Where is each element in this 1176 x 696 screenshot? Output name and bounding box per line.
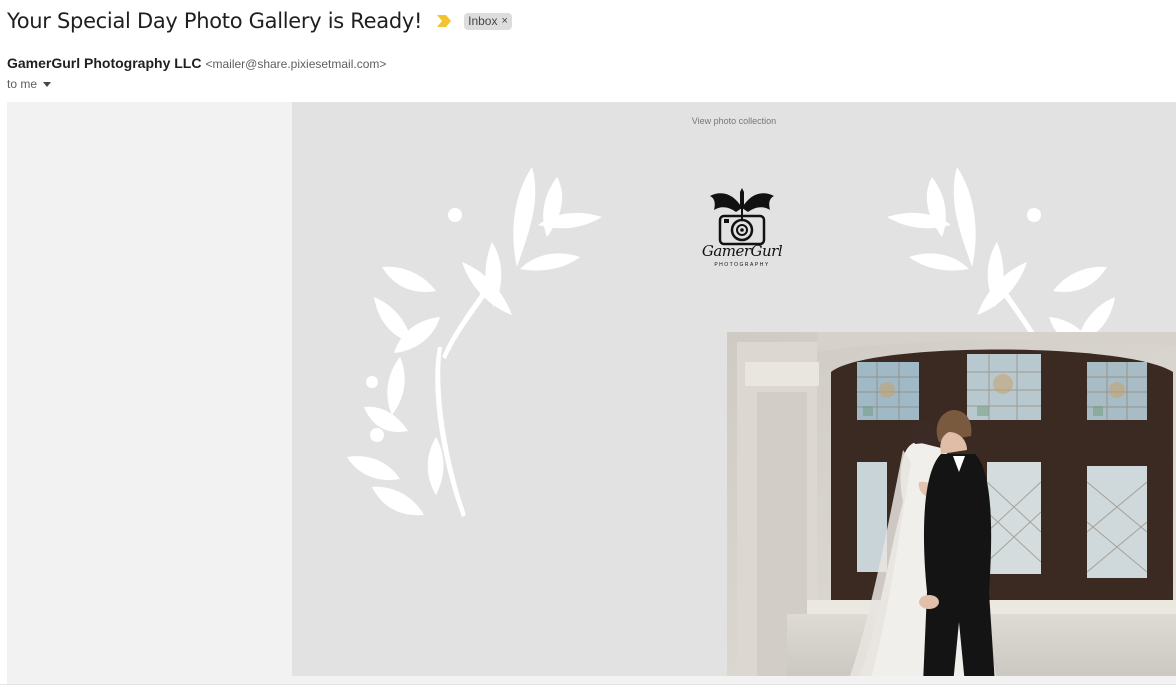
recipient-label: to me [7, 77, 38, 91]
subject-row: Your Special Day Photo Gallery is Ready!… [7, 4, 512, 38]
divider [0, 684, 1176, 685]
inbox-label-chip[interactable]: Inbox × [464, 12, 512, 30]
wedding-photo [727, 332, 1176, 676]
sender-email: <mailer@share.pixiesetmail.com> [205, 57, 387, 71]
remove-label-button[interactable]: × [501, 15, 507, 27]
email-body: View photo collection GamerGurl PHOTOGRA… [7, 102, 1176, 684]
sender-name[interactable]: GamerGurl Photography LLC [7, 55, 201, 71]
important-marker-icon[interactable] [436, 14, 452, 28]
dragon-camera-icon [710, 188, 774, 246]
view-photo-collection-link[interactable]: View photo collection [292, 116, 1176, 126]
dragon-camera-logo: GamerGurl PHOTOGRAPHY [696, 186, 788, 274]
newsletter-panel: View photo collection GamerGurl PHOTOGRA… [292, 102, 1176, 676]
left-leaf-decoration [347, 167, 602, 517]
sender-row: GamerGurl Photography LLC <mailer@share.… [7, 55, 386, 71]
logo-subtext: PHOTOGRAPHY [714, 262, 770, 268]
chevron-down-icon[interactable] [43, 81, 52, 87]
recipient-details-toggle[interactable]: to me [7, 77, 52, 91]
label-chip-text: Inbox [468, 14, 498, 28]
logo-wordmark: GamerGurl [701, 242, 783, 260]
email-view: Your Special Day Photo Gallery is Ready!… [0, 0, 1176, 696]
email-subject: Your Special Day Photo Gallery is Ready! [7, 9, 423, 33]
